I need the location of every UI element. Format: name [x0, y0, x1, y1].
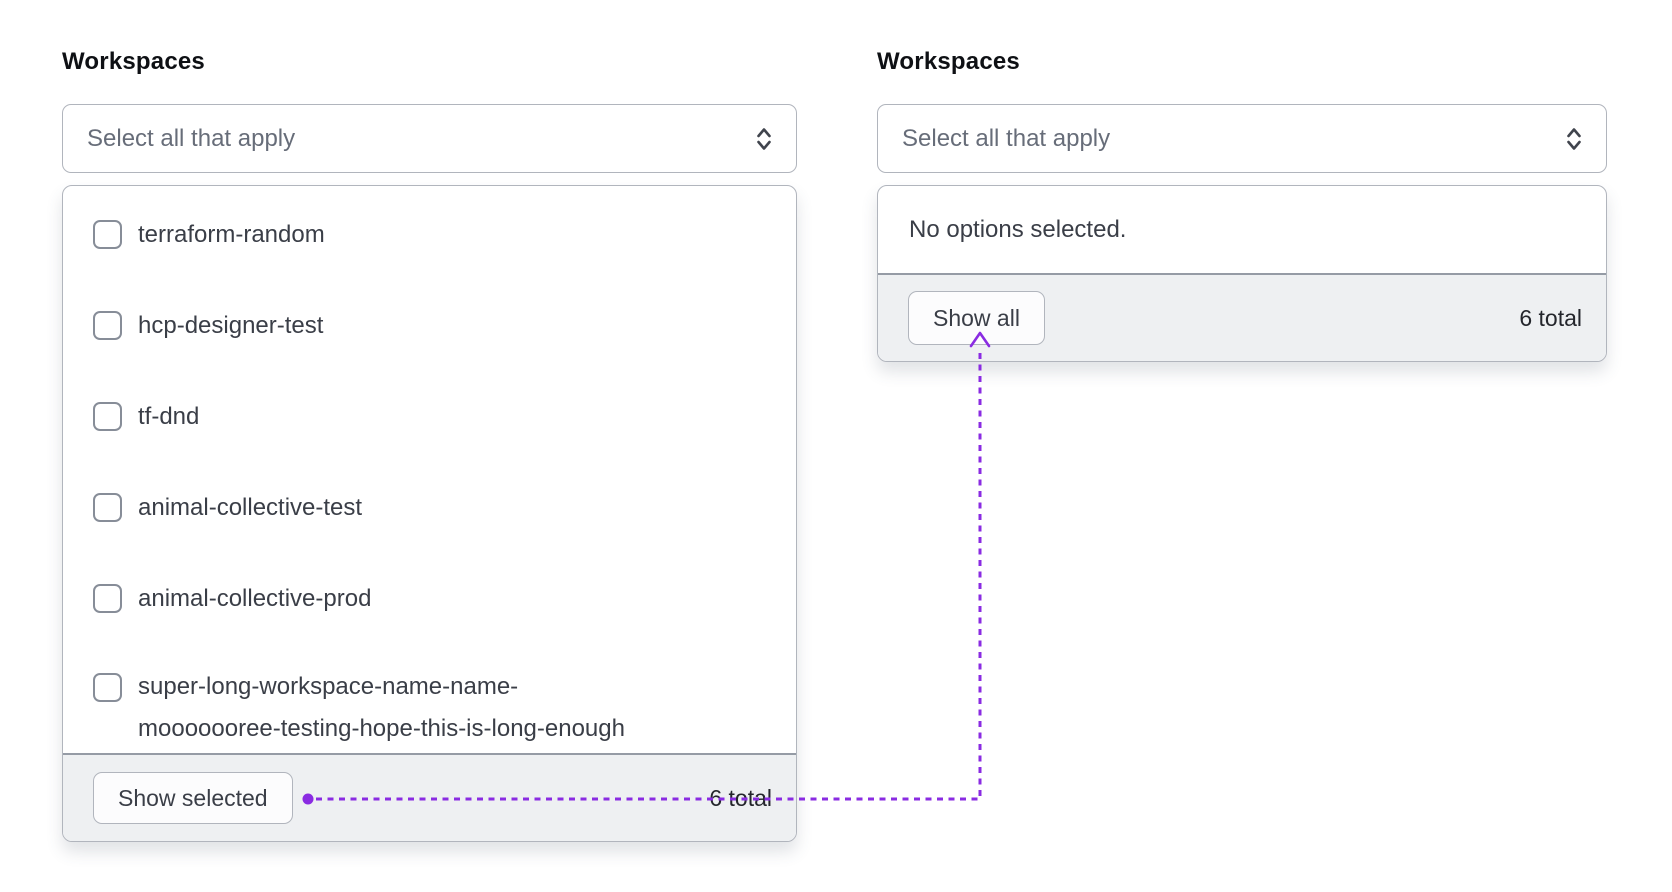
checkbox[interactable]	[93, 584, 122, 613]
checkbox[interactable]	[93, 673, 122, 702]
option-label: animal-collective-prod	[138, 584, 372, 612]
option-label: tf-dnd	[138, 402, 200, 430]
total-count: 6 total	[1519, 304, 1582, 331]
total-count: 6 total	[709, 784, 772, 811]
option-row[interactable]: animal-collective-prod	[93, 553, 772, 644]
option-row[interactable]: terraform-random	[93, 189, 772, 280]
checkbox[interactable]	[93, 493, 122, 522]
page: Workspaces Select all that apply terrafo…	[0, 0, 1672, 892]
show-all-button[interactable]: Show all	[908, 291, 1045, 345]
option-label: super-long-workspace-name-name- moooooor…	[138, 673, 625, 742]
sort-caret-icon	[754, 125, 774, 153]
sort-caret-icon	[1564, 125, 1584, 153]
show-selected-button[interactable]: Show selected	[93, 772, 293, 824]
select-trigger-right[interactable]: Select all that apply	[877, 104, 1607, 173]
checkbox[interactable]	[93, 220, 122, 249]
workspaces-label-right: Workspaces	[877, 48, 1020, 75]
trigger-placeholder: Select all that apply	[87, 124, 296, 152]
workspaces-label-left: Workspaces	[62, 48, 205, 75]
checkbox[interactable]	[93, 311, 122, 340]
option-row[interactable]: animal-collective-test	[93, 462, 772, 553]
option-row[interactable]: super-long-workspace-name-name- moooooor…	[93, 644, 772, 750]
trigger-placeholder: Select all that apply	[902, 124, 1111, 152]
empty-message: No options selected.	[909, 215, 1127, 243]
option-row[interactable]: tf-dnd	[93, 371, 772, 462]
option-row[interactable]: hcp-designer-test	[93, 280, 772, 371]
summary-footer: Show all 6 total	[878, 273, 1606, 361]
option-label: animal-collective-test	[138, 493, 363, 521]
checkbox[interactable]	[93, 402, 122, 431]
option-label: hcp-designer-test	[138, 311, 324, 339]
selection-summary-panel: No options selected. Show all 6 total	[877, 185, 1607, 362]
options-list: terraform-random hcp-designer-test tf-dn…	[63, 186, 796, 751]
dropdown-footer: Show selected 6 total	[63, 753, 796, 841]
options-dropdown: terraform-random hcp-designer-test tf-dn…	[62, 185, 797, 842]
summary-body: No options selected.	[878, 186, 1606, 273]
select-trigger-left[interactable]: Select all that apply	[62, 104, 797, 173]
option-label: terraform-random	[138, 220, 325, 248]
